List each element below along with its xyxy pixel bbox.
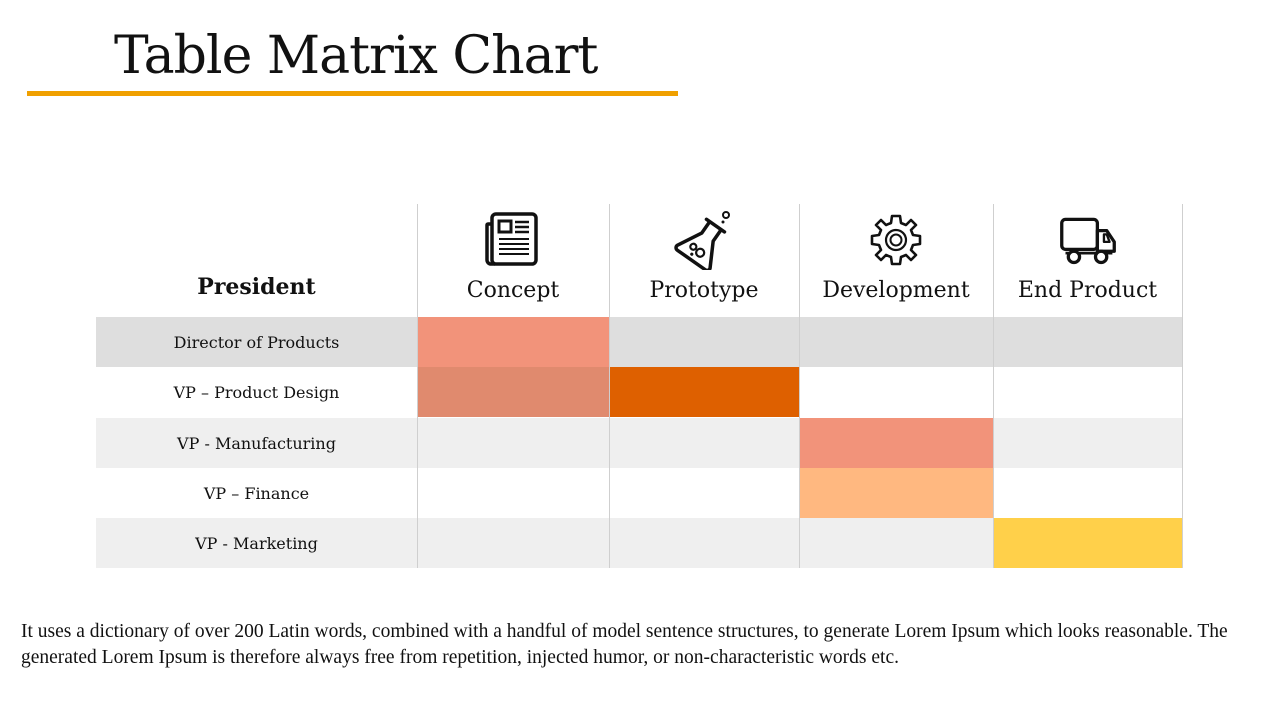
truck-icon bbox=[1059, 217, 1116, 265]
title-underline bbox=[27, 91, 678, 96]
row-label: VP – Product Design bbox=[173, 382, 340, 402]
page-title: Table Matrix Chart bbox=[114, 26, 598, 86]
matrix-cell-highlight bbox=[993, 518, 1182, 568]
column-label: Concept bbox=[466, 278, 560, 303]
description-text: It uses a dictionary of over 200 Latin w… bbox=[21, 621, 1228, 668]
row-label: VP – Finance bbox=[203, 483, 310, 503]
matrix-row: VP - Manufacturing bbox=[96, 418, 1183, 468]
row-label: VP - Marketing bbox=[195, 533, 318, 553]
matrix-row: Director of Products bbox=[96, 317, 1183, 367]
matrix-cell-highlight bbox=[609, 367, 799, 417]
corner-label: President bbox=[197, 274, 316, 300]
column-header-prototype: Prototype bbox=[609, 204, 799, 317]
column-header-development: Development bbox=[799, 204, 993, 317]
column-header-end-product: End Product bbox=[993, 204, 1182, 317]
column-label: Development bbox=[822, 278, 970, 303]
matrix-cell-highlight bbox=[417, 317, 609, 367]
matrix-cell-highlight bbox=[417, 367, 609, 417]
row-label: VP - Manufacturing bbox=[177, 433, 336, 453]
grid-line bbox=[1182, 204, 1183, 568]
flask-icon bbox=[674, 211, 730, 270]
gear-icon bbox=[870, 214, 922, 266]
column-label: End Product bbox=[1017, 278, 1158, 303]
column-header-concept: Concept bbox=[417, 204, 609, 317]
matrix-row: VP – Finance bbox=[96, 468, 1183, 518]
matrix-table: Director of Products VP – Product Design… bbox=[96, 204, 1183, 568]
matrix-cell-highlight bbox=[799, 468, 993, 518]
matrix-cell-highlight bbox=[799, 418, 993, 468]
row-label: Director of Products bbox=[173, 332, 340, 352]
newspaper-icon bbox=[485, 212, 538, 266]
column-label: Prototype bbox=[649, 278, 759, 303]
